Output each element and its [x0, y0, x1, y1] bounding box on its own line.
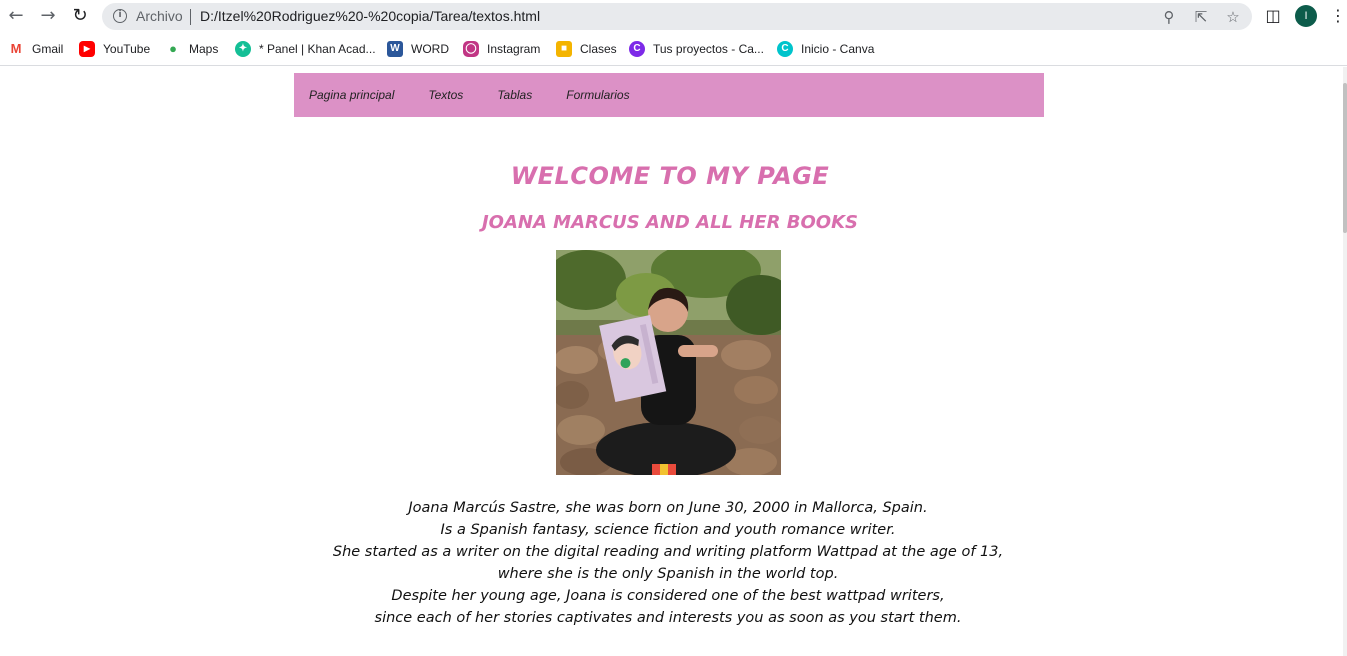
scrollbar[interactable] — [1343, 67, 1347, 656]
bookmark-maps[interactable]: ● Maps — [165, 40, 218, 58]
security-label: Archivo — [136, 8, 183, 24]
bio-line: Despite her young age, Joana is consider… — [391, 588, 945, 604]
canva-icon: C — [629, 41, 645, 57]
menu-item-formularios[interactable]: Formularios — [566, 88, 629, 102]
url-text[interactable]: D:/Itzel%20Rodriguez%20-%20copia/Tarea/t… — [200, 8, 540, 24]
info-icon[interactable]: i — [113, 9, 127, 23]
instagram-icon: ◯ — [463, 41, 479, 57]
side-panel-icon[interactable]: ◫ — [1262, 5, 1284, 27]
page-subtitle: JOANA MARCUS AND ALL HER BOOKS — [481, 212, 858, 233]
bookmark-label: Inicio - Canva — [801, 42, 875, 56]
menu-item-pagina-principal[interactable]: Pagina principal — [309, 88, 394, 102]
zoom-icon[interactable]: ⚲ — [1158, 6, 1180, 28]
bookmark-youtube[interactable]: ▶ YouTube — [79, 40, 150, 58]
bookmark-label: Clases — [580, 42, 617, 56]
bookmark-canva-home[interactable]: C Inicio - Canva — [777, 40, 874, 58]
bookmark-instagram[interactable]: ◯ Instagram — [463, 40, 540, 58]
bookmark-khan-academy[interactable]: ✦ * Panel | Khan Acad... — [235, 40, 376, 58]
bookmark-label: Instagram — [487, 42, 541, 56]
arrow-left-icon[interactable]: ← — [4, 4, 28, 28]
bookmark-label: YouTube — [103, 42, 151, 56]
gmail-icon: M — [8, 41, 24, 57]
bio-line: Joana Marcús Sastre, she was born on Jun… — [408, 500, 928, 516]
bio-line: where she is the only Spanish in the wor… — [497, 566, 839, 582]
bio-paragraph: Joana Marcús Sastre, she was born on Jun… — [0, 497, 1336, 629]
bookmark-label: Gmail — [32, 42, 64, 56]
menu-item-textos[interactable]: Textos — [428, 88, 463, 102]
bookmarks-bar: M Gmail ▶ YouTube ● Maps ✦ * Panel | Kha… — [0, 33, 1347, 66]
khan-academy-icon: ✦ — [235, 41, 251, 57]
classroom-icon: ■ — [556, 41, 572, 57]
divider — [190, 9, 191, 25]
bio-line: She started as a writer on the digital r… — [332, 544, 1004, 560]
page-viewport: Pagina principal Textos Tablas Formulari… — [0, 67, 1347, 656]
browser-toolbar: ← → ↻ i Archivo D:/Itzel%20Rodriguez%20-… — [0, 0, 1347, 33]
word-icon: W — [387, 41, 403, 57]
youtube-icon: ▶ — [79, 41, 95, 57]
bookmark-canva-projects[interactable]: C Tus proyectos - Ca... — [629, 40, 764, 58]
bookmark-label: Maps — [189, 42, 219, 56]
page-title: WELCOME TO MY PAGE — [510, 162, 830, 190]
share-icon[interactable]: ⇱ — [1190, 6, 1212, 28]
bookmark-label: Tus proyectos - Ca... — [653, 42, 764, 56]
bookmark-classroom[interactable]: ■ Clases — [556, 40, 617, 58]
bio-line: since each of her stories captivates and… — [374, 610, 962, 626]
arrow-right-icon[interactable]: → — [36, 4, 60, 28]
maps-icon: ● — [165, 41, 181, 57]
menu-item-tablas[interactable]: Tablas — [497, 88, 532, 102]
scrollbar-thumb[interactable] — [1343, 83, 1347, 233]
star-icon[interactable]: ☆ — [1222, 6, 1244, 28]
author-photo — [556, 250, 781, 475]
address-bar[interactable]: i Archivo D:/Itzel%20Rodriguez%20-%20cop… — [102, 3, 1252, 30]
bio-line: Is a Spanish fantasy, science fiction an… — [440, 522, 896, 538]
bookmark-gmail[interactable]: M Gmail — [8, 40, 63, 58]
menu-kebab-icon[interactable]: ⋮ — [1327, 5, 1347, 27]
nav-menu: Pagina principal Textos Tablas Formulari… — [294, 73, 1044, 117]
bookmark-word[interactable]: W WORD — [387, 40, 449, 58]
profile-avatar[interactable]: I — [1295, 5, 1317, 27]
canva-icon: C — [777, 41, 793, 57]
bookmark-label: WORD — [411, 42, 449, 56]
bookmark-label: * Panel | Khan Acad... — [259, 42, 376, 56]
reload-icon[interactable]: ↻ — [68, 4, 92, 28]
